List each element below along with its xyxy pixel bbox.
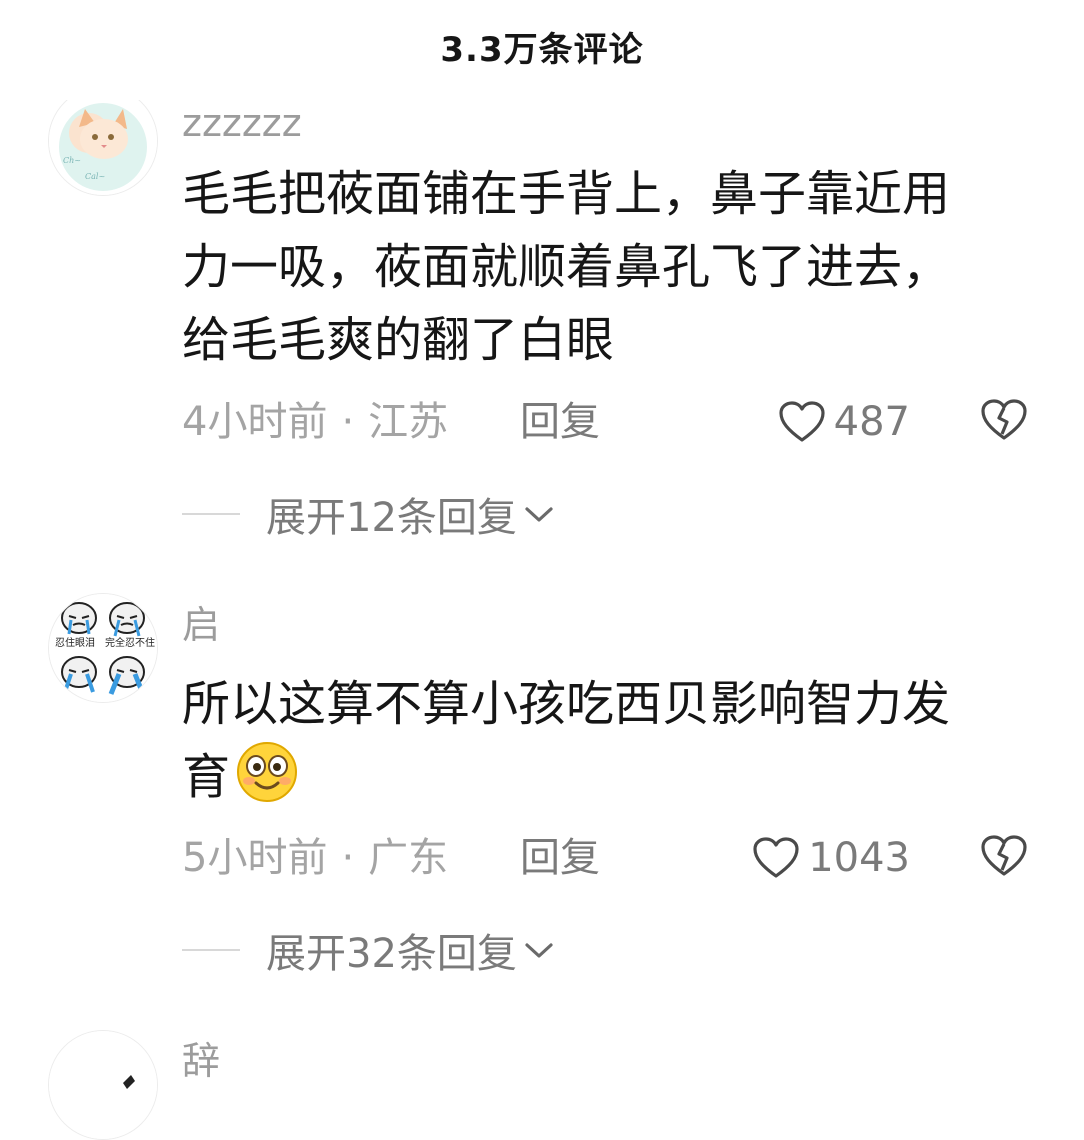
svg-text:Ch~: Ch~ <box>63 156 81 165</box>
broken-heart-icon <box>981 399 1027 440</box>
chevron-down-icon <box>525 943 553 958</box>
like-count: 1043 <box>808 835 910 881</box>
comment-text: 毛毛把莜面铺在手背上，鼻子靠近用 力一吸，莜面就顺着鼻孔飞了进去， 给毛毛爽的翻… <box>182 158 1022 377</box>
expand-replies-button[interactable]: 展开12条回复 <box>182 488 555 541</box>
like-count: 487 <box>833 399 910 445</box>
meme-avatar-icon: 忍住眼泪 完全忍不住 <box>49 594 157 702</box>
timestamp: 4小时前 <box>182 399 328 445</box>
svg-text:Cal~: Cal~ <box>85 172 105 181</box>
location: 广东 <box>368 835 449 881</box>
comment-meta: 5小时前 · 广东 回复 1043 <box>182 832 1032 884</box>
location: 江苏 <box>368 399 449 445</box>
comment-line: 力一吸，莜面就顺着鼻孔飞了进去， <box>182 239 951 295</box>
avatar-image-icon <box>49 1031 157 1139</box>
comment-text: 所以这算不算小孩吃西贝影响智力发 育 <box>182 668 1022 824</box>
separator: · <box>341 399 355 445</box>
cat-avatar-icon: Ch~ Cal~ <box>49 87 157 195</box>
divider-line <box>182 513 240 515</box>
expand-replies-label: 展开12条回复 <box>266 495 517 541</box>
separator: · <box>341 835 355 881</box>
dislike-button[interactable] <box>980 398 1028 452</box>
like-button[interactable]: 487 <box>778 396 910 448</box>
page-title: 3.3万条评论 <box>440 29 644 70</box>
dislike-button[interactable] <box>980 834 1028 888</box>
username[interactable]: zzzzzz <box>182 113 302 142</box>
avatar-caption: 忍住眼泪 <box>55 636 95 649</box>
expand-replies-label: 展开32条回复 <box>266 931 517 977</box>
username[interactable]: 辞 <box>182 1042 220 1080</box>
heart-icon <box>779 401 825 442</box>
smiling-emoji-icon <box>234 741 300 824</box>
timestamp-location: 4小时前 · 江苏 <box>182 396 448 448</box>
comment-line: 给毛毛爽的翻了白眼 <box>182 312 615 368</box>
comments-header: 3.3万条评论 <box>0 0 1084 100</box>
timestamp: 5小时前 <box>182 835 328 881</box>
avatar-caption: 完全忍不住 <box>105 636 155 649</box>
avatar[interactable] <box>48 1030 158 1140</box>
comment-list: Ch~ Cal~ zzzzzz 毛毛把莜面铺在手背上，鼻子靠近用 力一吸，莜面就… <box>0 0 1084 1140</box>
comment-meta: 4小时前 · 江苏 回复 487 <box>182 396 1032 448</box>
timestamp-location: 5小时前 · 广东 <box>182 832 448 884</box>
avatar[interactable]: Ch~ Cal~ <box>48 86 158 196</box>
heart-icon <box>753 837 799 878</box>
broken-heart-icon <box>981 835 1027 876</box>
comment-line: 毛毛把莜面铺在手背上，鼻子靠近用 <box>182 166 951 222</box>
like-button[interactable]: 1043 <box>752 832 910 884</box>
comment-line: 所以这算不算小孩吃西贝影响智力发 <box>182 676 951 732</box>
comment-line: 育 <box>182 749 231 805</box>
chevron-down-icon <box>525 507 553 522</box>
comment-line-with-emoji: 育 <box>182 741 1022 824</box>
divider-line <box>182 949 240 951</box>
expand-replies-button[interactable]: 展开32条回复 <box>182 924 555 977</box>
avatar[interactable]: 忍住眼泪 完全忍不住 <box>48 593 158 703</box>
username[interactable]: 启 <box>182 606 220 644</box>
reply-button[interactable]: 回复 <box>520 832 600 884</box>
reply-button[interactable]: 回复 <box>520 396 600 448</box>
